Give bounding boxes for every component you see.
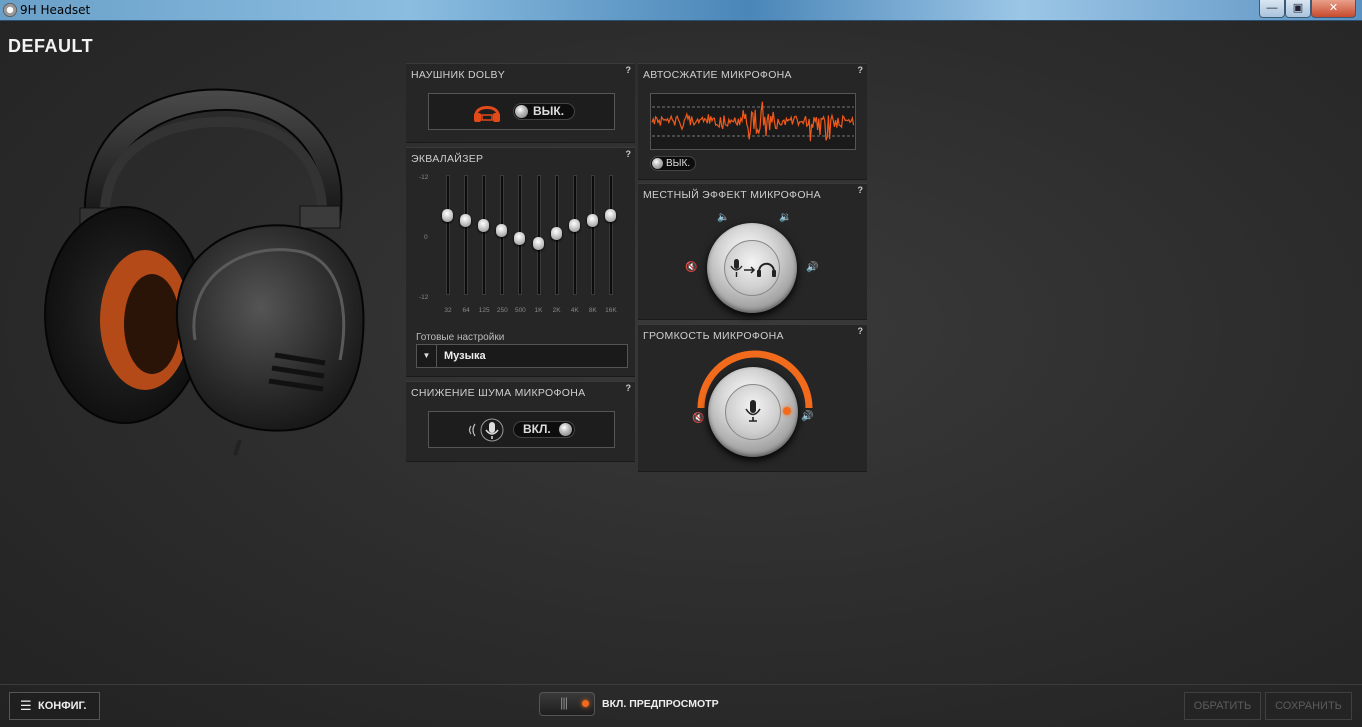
eq-track-32: [446, 175, 450, 295]
noise-reduction-toggle[interactable]: ВКЛ.: [513, 421, 575, 438]
eq-db-bottom: -12: [419, 294, 429, 301]
profile-name: DEFAULT: [8, 36, 94, 56]
noise-reduction-title: СНИЖЕНИЕ ШУМА МИКРОФОНА: [411, 387, 586, 399]
eq-track-125: [482, 175, 487, 295]
sidetone-dial[interactable]: [707, 223, 797, 313]
eq-freq-label: 2K: [552, 307, 561, 314]
auto-compression-title: АВТОСЖАТИЕ МИКРОФОНА: [643, 69, 792, 81]
eq-freq-label: 64: [462, 307, 470, 314]
sidetone-title: МЕСТНЫЙ ЭФФЕКТ МИКРОФОНА: [643, 189, 821, 201]
menu-icon: ☰: [20, 698, 32, 713]
eq-track-64: [464, 175, 469, 295]
eq-db-mid: 0: [424, 234, 428, 241]
mic-volume-title: ГРОМКОСТЬ МИКРОФОНА: [643, 330, 784, 342]
mic-volume-mute-icon: 🔇: [692, 413, 705, 424]
dolby-panel: НАУШНИК DOLBY ? ВЫК.: [406, 63, 635, 143]
eq-track-16K: [608, 175, 613, 295]
eq-db-top: -12: [419, 174, 429, 181]
dolby-headphone-icon: [474, 106, 500, 122]
preview-on-indicator: [582, 700, 589, 707]
eq-freq-label: 250: [496, 307, 508, 314]
eq-slider-64[interactable]: [460, 214, 472, 227]
eq-freq-label: 8K: [588, 307, 597, 314]
dolby-title: НАУШНИК DOLBY: [411, 69, 506, 81]
auto-compression-panel: АВТОСЖАТИЕ МИКРОФОНА ? ВЫК.: [638, 63, 867, 180]
waveform-display: [650, 93, 856, 150]
dolby-toggle-knob: [515, 105, 528, 118]
eq-track-8K: [590, 175, 595, 295]
app-icon: [3, 3, 17, 17]
footer-divider: [0, 684, 1362, 685]
minimize-button[interactable]: —: [1259, 0, 1285, 18]
config-button[interactable]: ☰ КОНФИГ.: [9, 692, 100, 720]
config-label: КОНФИГ.: [38, 700, 87, 712]
preset-dropdown-icon[interactable]: ▼: [417, 345, 437, 367]
noise-reduction-help-button[interactable]: ?: [626, 383, 632, 393]
mic-to-headphone-icon: [730, 259, 776, 277]
auto-compression-help-button[interactable]: ?: [858, 65, 864, 75]
eq-track-1K: [536, 175, 541, 295]
eq-track-4K: [572, 175, 577, 295]
preview-toggle[interactable]: |||: [539, 692, 595, 716]
eq-freq-label: 500: [514, 307, 526, 314]
noise-reduction-toggle-knob: [559, 423, 572, 436]
mic-volume-level-indicator: [783, 407, 791, 415]
auto-compression-toggle[interactable]: ВЫК.: [650, 156, 696, 171]
eq-freq-label: 125: [478, 307, 490, 314]
eq-slider-16K[interactable]: [604, 209, 616, 222]
microphone-icon: [745, 400, 761, 422]
noise-reduction-control: ВКЛ.: [428, 411, 615, 448]
eq-freq-label: 4K: [570, 307, 579, 314]
auto-compression-toggle-knob: [652, 158, 663, 169]
dolby-toggle-label: ВЫК.: [533, 104, 565, 118]
eq-freq-label: 32: [444, 307, 452, 314]
auto-compression-toggle-label: ВЫК.: [666, 158, 691, 169]
noise-reduction-panel: СНИЖЕНИЕ ШУМА МИКРОФОНА ? ВКЛ.: [406, 381, 635, 462]
dolby-control: ВЫК.: [428, 93, 615, 130]
preset-select[interactable]: ▼ Музыка: [416, 344, 628, 368]
mic-volume-help-button[interactable]: ?: [858, 326, 864, 336]
eq-slider-2K[interactable]: [550, 226, 562, 240]
sidetone-mute-icon: 🔇: [685, 262, 698, 273]
mic-volume-max-icon: 🔊: [801, 411, 814, 422]
microphone-noise-icon: [468, 418, 504, 442]
eq-slider-4K[interactable]: [568, 219, 580, 232]
window-titlebar: 9H Headset — ▣ ✕: [0, 0, 1362, 21]
eq-slider-1K[interactable]: [532, 236, 544, 250]
sidetone-high-speaker-icon: 🔉: [779, 212, 792, 223]
equalizer-title: ЭКВАЛАЙЗЕР: [411, 153, 484, 165]
eq-freq-label: 16K: [605, 307, 617, 314]
equalizer-help-button[interactable]: ?: [626, 149, 632, 159]
preset-value: Музыка: [444, 350, 486, 362]
revert-button[interactable]: ОБРАТИТЬ: [1184, 692, 1261, 720]
eq-freq-label: 1K: [534, 307, 543, 314]
dolby-help-button[interactable]: ?: [626, 65, 632, 75]
eq-slider-250[interactable]: [496, 224, 508, 237]
sidetone-help-button[interactable]: ?: [858, 185, 864, 195]
preview-grip-icon: |||: [560, 695, 568, 710]
eq-slider-8K[interactable]: [586, 214, 598, 227]
preview-label: ВКЛ. ПРЕДПРОСМОТР: [602, 698, 719, 710]
sidetone-max-speaker-icon: 🔊: [806, 262, 819, 273]
save-button[interactable]: СОХРАНИТЬ: [1265, 692, 1352, 720]
sidetone-low-speaker-icon: 🔈: [717, 212, 730, 223]
preset-label: Готовые настройки: [416, 332, 505, 343]
window-title: 9H Headset: [20, 3, 91, 17]
maximize-button[interactable]: ▣: [1285, 0, 1311, 18]
eq-slider-125[interactable]: [478, 219, 490, 232]
noise-reduction-toggle-label: ВКЛ.: [523, 422, 551, 436]
eq-slider-32[interactable]: [442, 209, 453, 222]
eq-slider-500[interactable]: [514, 231, 526, 245]
headset-image: [44, 88, 365, 456]
dolby-toggle[interactable]: ВЫК.: [513, 103, 575, 120]
close-button[interactable]: ✕: [1311, 0, 1356, 18]
